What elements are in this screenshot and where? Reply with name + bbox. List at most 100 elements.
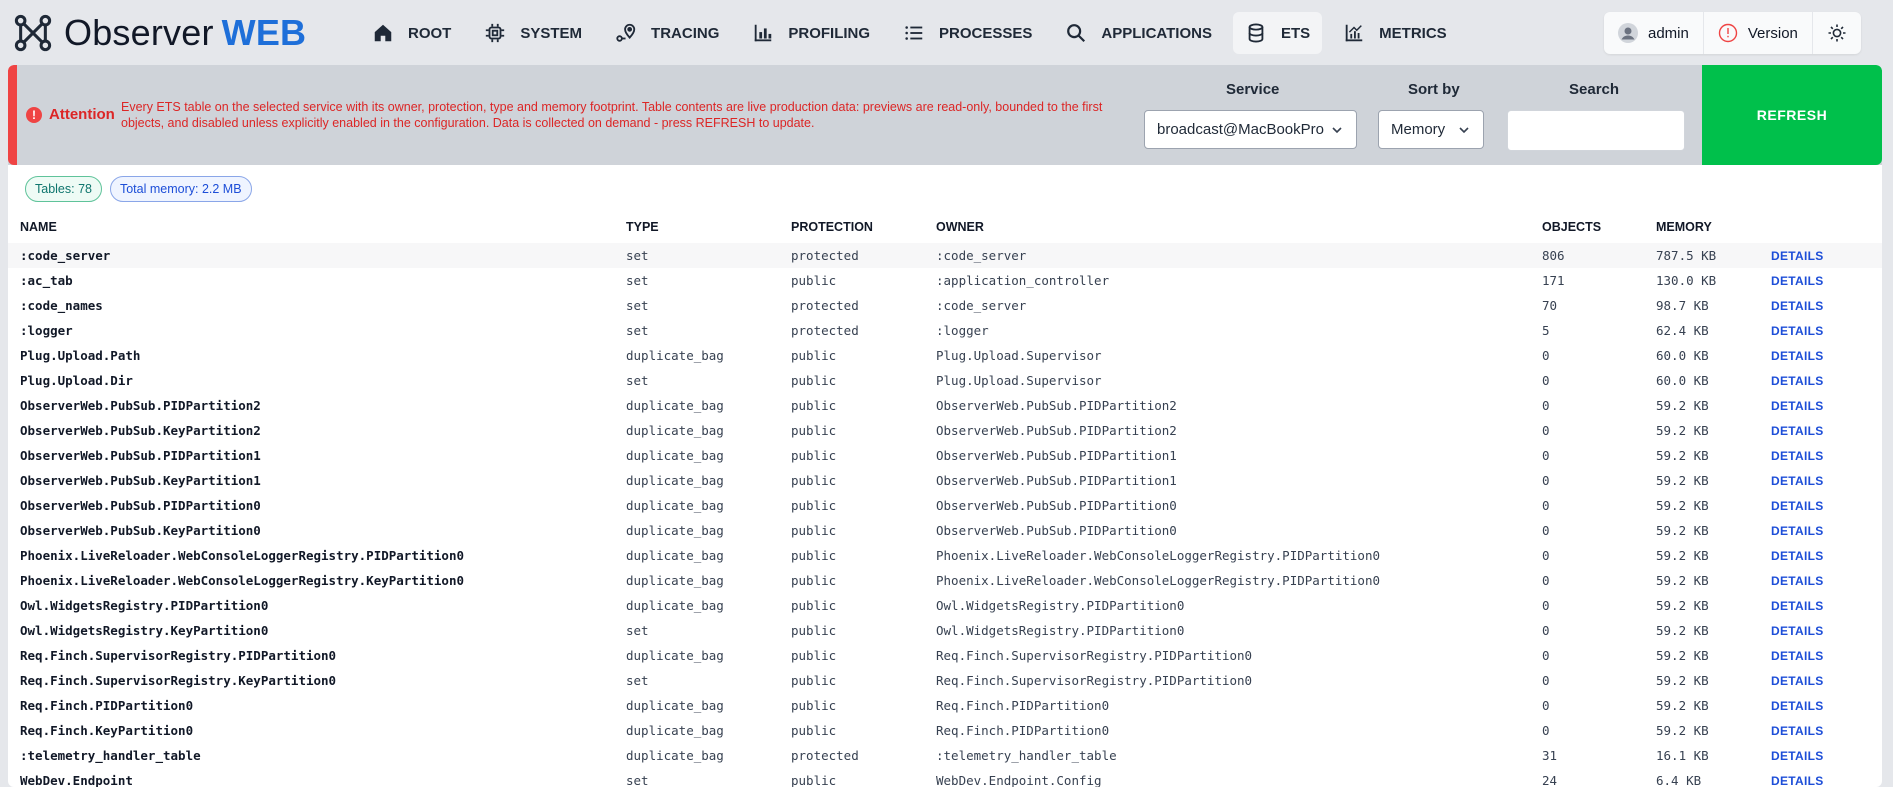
- table-row[interactable]: ObserverWeb.PubSub.PIDPartition1 duplicat…: [8, 443, 1882, 468]
- cell-objects: 0: [1542, 573, 1550, 588]
- search-input[interactable]: [1507, 110, 1685, 151]
- cell-memory: 98.7 KB: [1656, 298, 1709, 313]
- cell-type: set: [626, 623, 649, 638]
- details-link[interactable]: DETAILS: [1771, 599, 1824, 613]
- nav-profiling[interactable]: PROFILING: [740, 12, 882, 54]
- theme-toggle-button[interactable]: [1813, 12, 1861, 54]
- table-row[interactable]: ObserverWeb.PubSub.KeyPartition1 duplicat…: [8, 468, 1882, 493]
- details-link[interactable]: DETAILS: [1771, 299, 1824, 313]
- nav-tracing-label: TRACING: [651, 24, 720, 42]
- cpu-icon: [484, 22, 506, 44]
- cell-protection: public: [791, 423, 837, 438]
- nav-ets[interactable]: ETS: [1232, 12, 1323, 54]
- cell-name: :code_server: [20, 248, 111, 263]
- home-icon: [372, 22, 394, 44]
- details-link[interactable]: DETAILS: [1771, 474, 1824, 488]
- cell-objects: 0: [1542, 673, 1550, 688]
- table-row[interactable]: WebDev.Endpoint set public WebDev.Endpoint.…: [8, 768, 1882, 787]
- search-label: Search: [1569, 81, 1620, 98]
- table-row[interactable]: Req.Finch.SupervisorRegistry.PIDPartitio…: [8, 643, 1882, 668]
- details-link[interactable]: DETAILS: [1771, 374, 1824, 388]
- nav-system-label: SYSTEM: [520, 24, 583, 42]
- ets-panel: ! Attention Every ETS table on the selec…: [8, 65, 1882, 787]
- cell-memory: 59.2 KB: [1656, 623, 1709, 638]
- nav-root[interactable]: ROOT: [360, 12, 463, 54]
- details-link[interactable]: DETAILS: [1771, 774, 1824, 787]
- table-row[interactable]: Req.Finch.PIDPartition0 duplicate_bag publ…: [8, 693, 1882, 718]
- details-link[interactable]: DETAILS: [1771, 324, 1824, 338]
- details-link[interactable]: DETAILS: [1771, 699, 1824, 713]
- details-link[interactable]: DETAILS: [1771, 574, 1824, 588]
- version-button[interactable]: Version: [1704, 12, 1812, 54]
- column-header-name[interactable]: NAME: [20, 220, 57, 234]
- table-row[interactable]: :code_server set protected:code_server 806 7…: [8, 243, 1882, 268]
- cell-owner: WebDev.Endpoint.Config: [936, 773, 1102, 787]
- cell-name: Phoenix.LiveReloader.WebConsoleLoggerReg…: [20, 573, 465, 588]
- details-link[interactable]: DETAILS: [1771, 649, 1824, 663]
- column-header-objects[interactable]: OBJECTS: [1542, 220, 1601, 234]
- table-row[interactable]: Req.Finch.KeyPartition0 duplicate_bag publ…: [8, 718, 1882, 743]
- cell-memory: 60.0 KB: [1656, 348, 1709, 363]
- sort-select-value: Memory: [1391, 121, 1446, 138]
- details-link[interactable]: DETAILS: [1771, 399, 1824, 413]
- cell-type: duplicate_bag: [626, 398, 724, 413]
- cell-objects: 806: [1542, 248, 1565, 263]
- column-header-owner[interactable]: OWNER: [936, 220, 984, 234]
- details-link[interactable]: DETAILS: [1771, 674, 1824, 688]
- app-logo[interactable]: Observer WEB: [14, 12, 306, 54]
- cell-protection: public: [791, 548, 837, 563]
- refresh-button[interactable]: REFRESH: [1702, 65, 1882, 165]
- cell-protection: public: [791, 523, 837, 538]
- table-row[interactable]: ObserverWeb.PubSub.PIDPartition2 duplicat…: [8, 393, 1882, 418]
- search-icon: [1065, 22, 1087, 44]
- user-menu[interactable]: admin: [1604, 12, 1703, 54]
- details-link[interactable]: DETAILS: [1771, 274, 1824, 288]
- service-select[interactable]: broadcast@MacBookPro: [1144, 110, 1357, 149]
- table-row[interactable]: ObserverWeb.PubSub.KeyPartition2 duplicat…: [8, 418, 1882, 443]
- details-link[interactable]: DETAILS: [1771, 724, 1824, 738]
- table-row[interactable]: Owl.WidgetsRegistry.KeyPartition0 set publ…: [8, 618, 1882, 643]
- details-link[interactable]: DETAILS: [1771, 499, 1824, 513]
- details-link[interactable]: DETAILS: [1771, 349, 1824, 363]
- table-row[interactable]: Plug.Upload.Path duplicate_bag public Plug.…: [8, 343, 1882, 368]
- table-row[interactable]: Phoenix.LiveReloader.WebConsoleLoggerReg…: [8, 543, 1882, 568]
- column-header-protection[interactable]: PROTECTION: [791, 220, 873, 234]
- table-row[interactable]: ObserverWeb.PubSub.PIDPartition0 duplicat…: [8, 493, 1882, 518]
- table-row[interactable]: Plug.Upload.Dir set public Plug.Upload.Supe…: [8, 368, 1882, 393]
- table-row[interactable]: ObserverWeb.PubSub.KeyPartition0 duplicat…: [8, 518, 1882, 543]
- cell-protection: public: [791, 698, 837, 713]
- cell-type: duplicate_bag: [626, 548, 724, 563]
- cell-name: ObserverWeb.PubSub.KeyPartition2: [20, 423, 261, 438]
- cell-name: Req.Finch.SupervisorRegistry.KeyPartitio…: [20, 673, 337, 688]
- table-row[interactable]: :ac_tab set public:application_controller 1…: [8, 268, 1882, 293]
- nav-tracing[interactable]: TRACING: [603, 12, 731, 54]
- nav-metrics[interactable]: METRICS: [1331, 12, 1459, 54]
- nav-applications[interactable]: APPLICATIONS: [1053, 12, 1224, 54]
- nav-system[interactable]: SYSTEM: [472, 12, 594, 54]
- table-row[interactable]: :code_names set protected:code_server 70 98.…: [8, 293, 1882, 318]
- details-link[interactable]: DETAILS: [1771, 749, 1824, 763]
- nav-processes[interactable]: PROCESSES: [891, 12, 1044, 54]
- table-row[interactable]: Owl.WidgetsRegistry.PIDPartition0 duplica…: [8, 593, 1882, 618]
- details-link[interactable]: DETAILS: [1771, 449, 1824, 463]
- details-link[interactable]: DETAILS: [1771, 424, 1824, 438]
- details-link[interactable]: DETAILS: [1771, 524, 1824, 538]
- details-link[interactable]: DETAILS: [1771, 249, 1824, 263]
- cell-owner: Plug.Upload.Supervisor: [936, 373, 1102, 388]
- cell-protection: public: [791, 648, 837, 663]
- table-row[interactable]: :telemetry_handler_table duplicate_bag pro…: [8, 743, 1882, 768]
- cell-owner: ObserverWeb.PubSub.PIDPartition1: [936, 448, 1177, 463]
- cell-protection: public: [791, 723, 837, 738]
- column-header-type[interactable]: TYPE: [626, 220, 659, 234]
- table-row[interactable]: Req.Finch.SupervisorRegistry.KeyPartitio…: [8, 668, 1882, 693]
- table-row[interactable]: Phoenix.LiveReloader.WebConsoleLoggerReg…: [8, 568, 1882, 593]
- chevron-down-icon: [1332, 126, 1342, 133]
- cell-type: set: [626, 248, 649, 263]
- cell-memory: 6.4 KB: [1656, 773, 1702, 787]
- table-row[interactable]: :logger set protected:logger 5 62.4 KB DETAIL…: [8, 318, 1882, 343]
- column-header-memory[interactable]: MEMORY: [1656, 220, 1712, 234]
- details-link[interactable]: DETAILS: [1771, 624, 1824, 638]
- details-link[interactable]: DETAILS: [1771, 549, 1824, 563]
- sort-select[interactable]: Memory: [1378, 110, 1484, 149]
- observer-logo-icon: [14, 14, 52, 52]
